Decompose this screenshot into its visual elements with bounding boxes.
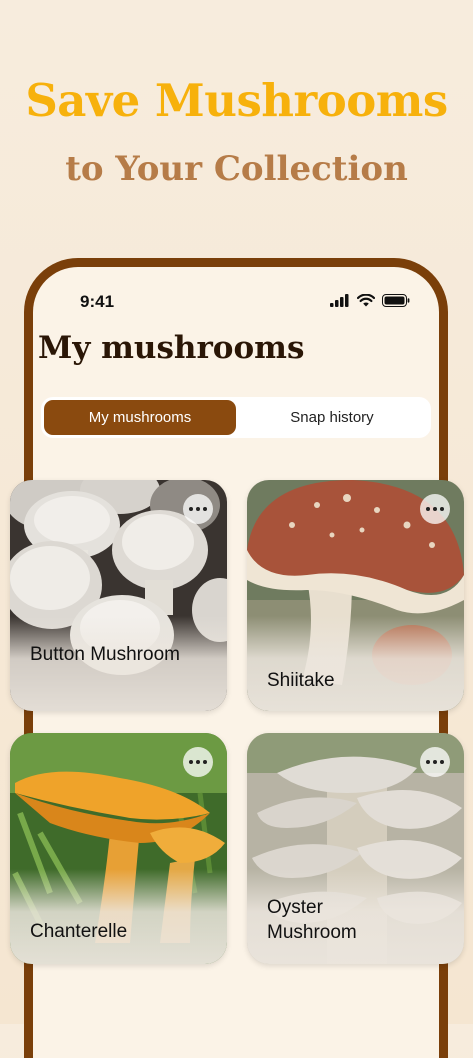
page-title: My mushrooms [38, 330, 305, 366]
mushroom-name-line1: Oyster [267, 897, 323, 918]
mushroom-name-line2: Mushroom [267, 922, 357, 943]
card-fade [10, 869, 227, 964]
mushroom-card-chanterelle[interactable]: Chanterelle [10, 733, 227, 964]
signal-icon [330, 294, 349, 307]
more-icon[interactable] [420, 494, 450, 524]
battery-icon [382, 294, 410, 307]
mushroom-card-button[interactable]: Button Mushroom [10, 480, 227, 711]
promo-subheadline: to Your Collection [65, 149, 408, 189]
tab-my-mushrooms[interactable]: My mushrooms [44, 400, 236, 435]
mushroom-name: Oyster Mushroom [267, 895, 357, 945]
mushroom-card-shiitake[interactable]: Shiitake [247, 480, 464, 711]
status-time: 9:41 [80, 292, 115, 311]
mushroom-name: Chanterelle [30, 921, 128, 942]
mushroom-card-oyster[interactable]: Oyster Mushroom [247, 733, 464, 964]
mushroom-name: Button Mushroom [30, 644, 180, 665]
more-icon[interactable] [183, 494, 213, 524]
mushroom-name: Shiitake [267, 670, 335, 691]
status-icons [330, 294, 410, 307]
wifi-icon [357, 294, 375, 307]
tab-snap-history[interactable]: Snap history [236, 400, 428, 435]
segmented-control: My mushrooms Snap history [41, 397, 431, 438]
more-icon[interactable] [183, 747, 213, 777]
more-icon[interactable] [420, 747, 450, 777]
promo-headline: Save Mushrooms [25, 74, 448, 127]
card-fade [247, 616, 464, 711]
